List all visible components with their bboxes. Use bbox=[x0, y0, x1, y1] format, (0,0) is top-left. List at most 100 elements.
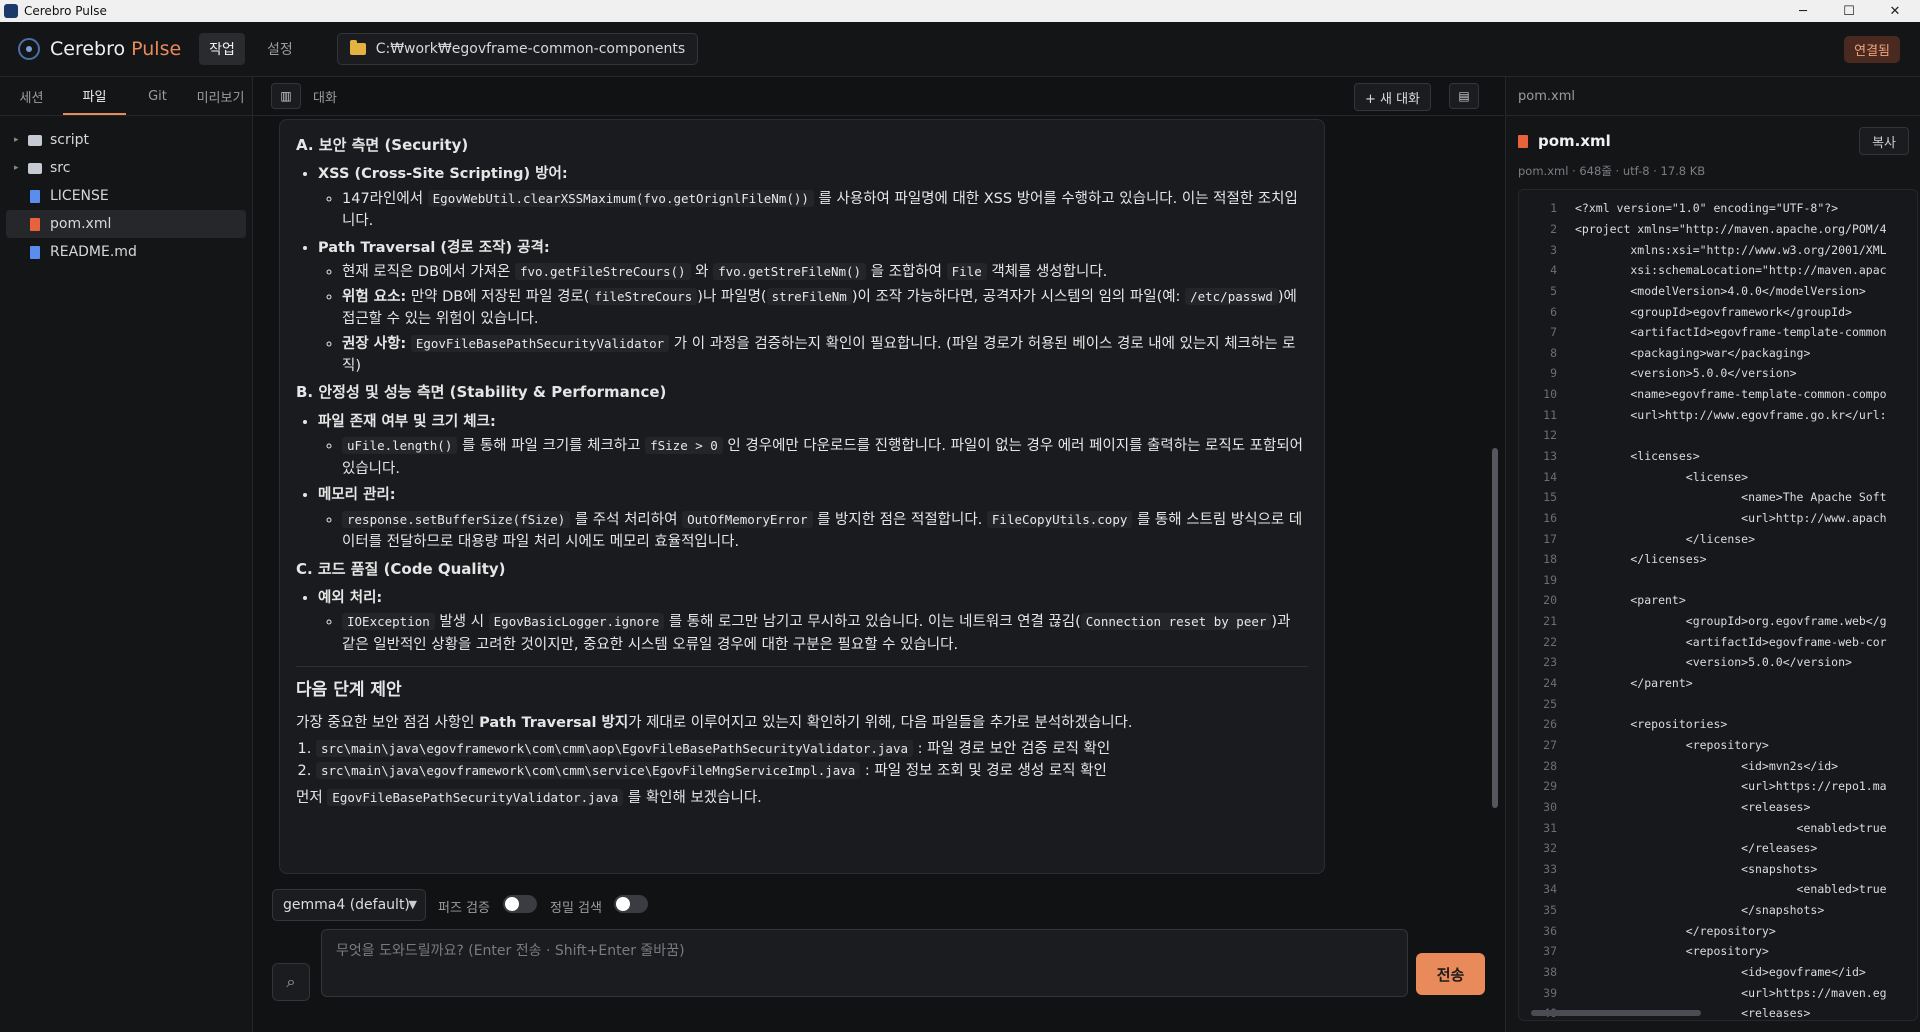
file-icon bbox=[30, 245, 40, 259]
xml-file-icon bbox=[30, 217, 40, 231]
tree-item-src[interactable]: ▸ src bbox=[6, 154, 246, 182]
preview-file-title: pom.xml bbox=[1518, 132, 1611, 150]
tab-git[interactable]: Git bbox=[126, 77, 189, 115]
line-number: 2 bbox=[1550, 221, 1557, 236]
xml-file-icon bbox=[1518, 134, 1528, 148]
line-text: <artifactId>egovframe-template-common bbox=[1575, 325, 1887, 340]
line-number: 11 bbox=[1543, 407, 1557, 422]
send-button[interactable]: 전송 bbox=[1416, 953, 1485, 995]
code-line: 22 <artifactId>egovframe-web-cor bbox=[1519, 631, 1915, 652]
tab-preview[interactable]: 미리보기 bbox=[189, 77, 252, 115]
code-hscrollbar[interactable] bbox=[1527, 1010, 1907, 1016]
chat-panel: ▥ 대화 + 새 대화 ▤ A. 보안 측면 (Security) XSS (C… bbox=[253, 77, 1504, 1032]
list-item: response.setBufferSize(fSize) 를 주석 처리하여 … bbox=[342, 509, 1308, 554]
line-number: 1 bbox=[1550, 201, 1557, 216]
line-text: <repositories> bbox=[1575, 717, 1728, 732]
line-text: </releases> bbox=[1575, 841, 1818, 856]
line-number: 35 bbox=[1543, 903, 1557, 918]
code-line: 7 <artifactId>egovframe-template-common bbox=[1519, 322, 1915, 343]
line-text: <name>egovframe-template-common-compo bbox=[1575, 387, 1887, 402]
tab-work[interactable]: 작업 bbox=[199, 33, 245, 65]
code-line: 31 <enabled>true bbox=[1519, 817, 1915, 838]
left-sidebar: 세션 파일 Git 미리보기 ▸ script ▸ src LICENSE po… bbox=[0, 77, 253, 1032]
line-number: 36 bbox=[1543, 923, 1557, 938]
toggle-sidebar-button[interactable]: ▥ bbox=[271, 83, 301, 109]
tab-files[interactable]: 파일 bbox=[63, 77, 126, 115]
tree-item-readme[interactable]: README.md bbox=[6, 238, 246, 266]
chat-header: ▥ 대화 + 새 대화 ▤ bbox=[253, 77, 1504, 116]
copy-button[interactable]: 복사 bbox=[1859, 127, 1909, 155]
code-line: 19 bbox=[1519, 570, 1915, 591]
code-line: 18 </licenses> bbox=[1519, 549, 1915, 570]
line-text: </snapshots> bbox=[1575, 903, 1825, 918]
tree-item-license[interactable]: LICENSE bbox=[6, 182, 246, 210]
tab-settings[interactable]: 설정 bbox=[257, 33, 303, 65]
minimize-button[interactable]: ─ bbox=[1780, 0, 1826, 22]
chevron-right-icon: ▸ bbox=[14, 163, 19, 173]
code-line: 3 xmlns:xsi="http://www.w3.org/2001/XML bbox=[1519, 239, 1915, 260]
line-text: xmlns:xsi="http://www.w3.org/2001/XML bbox=[1575, 242, 1887, 257]
model-select-value: gemma4 (default) bbox=[283, 897, 410, 913]
chat-scrollbar[interactable] bbox=[1492, 123, 1498, 903]
code-line: 9 <version>5.0.0</version> bbox=[1519, 363, 1915, 384]
close-window-button[interactable]: ✕ bbox=[1872, 0, 1918, 22]
tab-sessions[interactable]: 세션 bbox=[0, 77, 63, 115]
code-line: 27 <repository> bbox=[1519, 735, 1915, 756]
sidebar-tabs: 세션 파일 Git 미리보기 bbox=[0, 77, 252, 116]
preview-tab[interactable]: pom.xml bbox=[1506, 77, 1920, 116]
panel-toggle-icon[interactable]: ▤ bbox=[1449, 83, 1479, 109]
tree-item-script[interactable]: ▸ script bbox=[6, 126, 246, 154]
code-line: 29 <url>https://repo1.ma bbox=[1519, 776, 1915, 797]
bullet-heading: XSS (Cross-Site Scripting) 방어: bbox=[318, 166, 568, 183]
app-icon bbox=[4, 4, 18, 18]
code-lines: 1 <?xml version="1.0" encoding="UTF-8"?> 2… bbox=[1519, 198, 1915, 1020]
line-number: 24 bbox=[1543, 676, 1557, 691]
workspace-path-text: C:₩work₩egovframe-common-components bbox=[375, 41, 686, 57]
model-select[interactable]: gemma4 (default) ▼ bbox=[272, 889, 426, 921]
list-item: IOException 발생 시 EgovBasicLogger.ignore … bbox=[342, 611, 1308, 656]
paperclip-icon[interactable]: ⌕ bbox=[272, 963, 310, 1001]
chat-title: 대화 bbox=[313, 90, 337, 106]
paragraph: 가장 중요한 보안 점검 사항인 Path Traversal 방지가 제대로 … bbox=[296, 714, 1133, 731]
code-line: 4 xsi:schemaLocation="http://maven.apac bbox=[1519, 260, 1915, 281]
list-item: 위험 요소: 만약 DB에 저장된 파일 경로(fileStreCours)나 … bbox=[342, 286, 1308, 331]
tree-item-label: LICENSE bbox=[50, 188, 109, 204]
code-line: 30 <releases> bbox=[1519, 797, 1915, 818]
line-number: 19 bbox=[1543, 572, 1557, 587]
new-chat-button[interactable]: + 새 대화 bbox=[1353, 83, 1431, 111]
code-viewer[interactable]: 1 <?xml version="1.0" encoding="UTF-8"?> 2… bbox=[1518, 189, 1918, 1021]
code-line: 1 <?xml version="1.0" encoding="UTF-8"?> bbox=[1519, 198, 1915, 219]
workspace-path[interactable]: C:₩work₩egovframe-common-components bbox=[336, 33, 699, 65]
line-number: 37 bbox=[1543, 944, 1557, 959]
line-text: <groupId>org.egovframe.web</g bbox=[1575, 614, 1887, 629]
divider bbox=[296, 666, 1308, 668]
fuzz-verify-toggle[interactable] bbox=[503, 895, 537, 913]
section-title: C. 코드 품질 (Code Quality) bbox=[296, 559, 506, 578]
code-line: 21 <groupId>org.egovframe.web</g bbox=[1519, 611, 1915, 632]
line-text: <artifactId>egovframe-web-cor bbox=[1575, 634, 1887, 649]
line-number: 33 bbox=[1543, 861, 1557, 876]
line-text: <name>The Apache Soft bbox=[1575, 490, 1887, 505]
precise-search-toggle[interactable] bbox=[614, 895, 648, 913]
scrollbar-thumb[interactable] bbox=[1492, 448, 1498, 808]
list-item: src\main\java\egovframework\com\cmm\serv… bbox=[316, 760, 1308, 782]
bullet-heading: Path Traversal (경로 조작) 공격: bbox=[318, 239, 550, 256]
bullet-heading: 예외 처리: bbox=[318, 589, 383, 606]
message-input[interactable] bbox=[321, 929, 1408, 997]
tree-item-label: README.md bbox=[50, 244, 137, 260]
file-meta: pom.xml · 648줄 · utf-8 · 17.8 KB bbox=[1518, 164, 1706, 178]
composer: gemma4 (default) ▼ 퍼즈 검증 정밀 검색 ⌕ 전송 bbox=[253, 889, 1504, 1032]
tree-item-pom[interactable]: pom.xml bbox=[6, 210, 246, 238]
folder-icon bbox=[28, 134, 42, 146]
brand-name-1: Cerebro bbox=[50, 38, 126, 60]
line-number: 20 bbox=[1543, 593, 1557, 608]
line-number: 21 bbox=[1543, 614, 1557, 629]
code-line: 5 <modelVersion>4.0.0</modelVersion> bbox=[1519, 281, 1915, 302]
line-text: <repository> bbox=[1575, 737, 1769, 752]
line-number: 31 bbox=[1543, 820, 1557, 835]
maximize-button[interactable]: ☐ bbox=[1826, 0, 1872, 22]
scrollbar-thumb[interactable] bbox=[1531, 1010, 1701, 1016]
code-line: 38 <id>egovframe</id> bbox=[1519, 962, 1915, 983]
code-line: 25 bbox=[1519, 693, 1915, 714]
line-text: </repository> bbox=[1575, 923, 1776, 938]
